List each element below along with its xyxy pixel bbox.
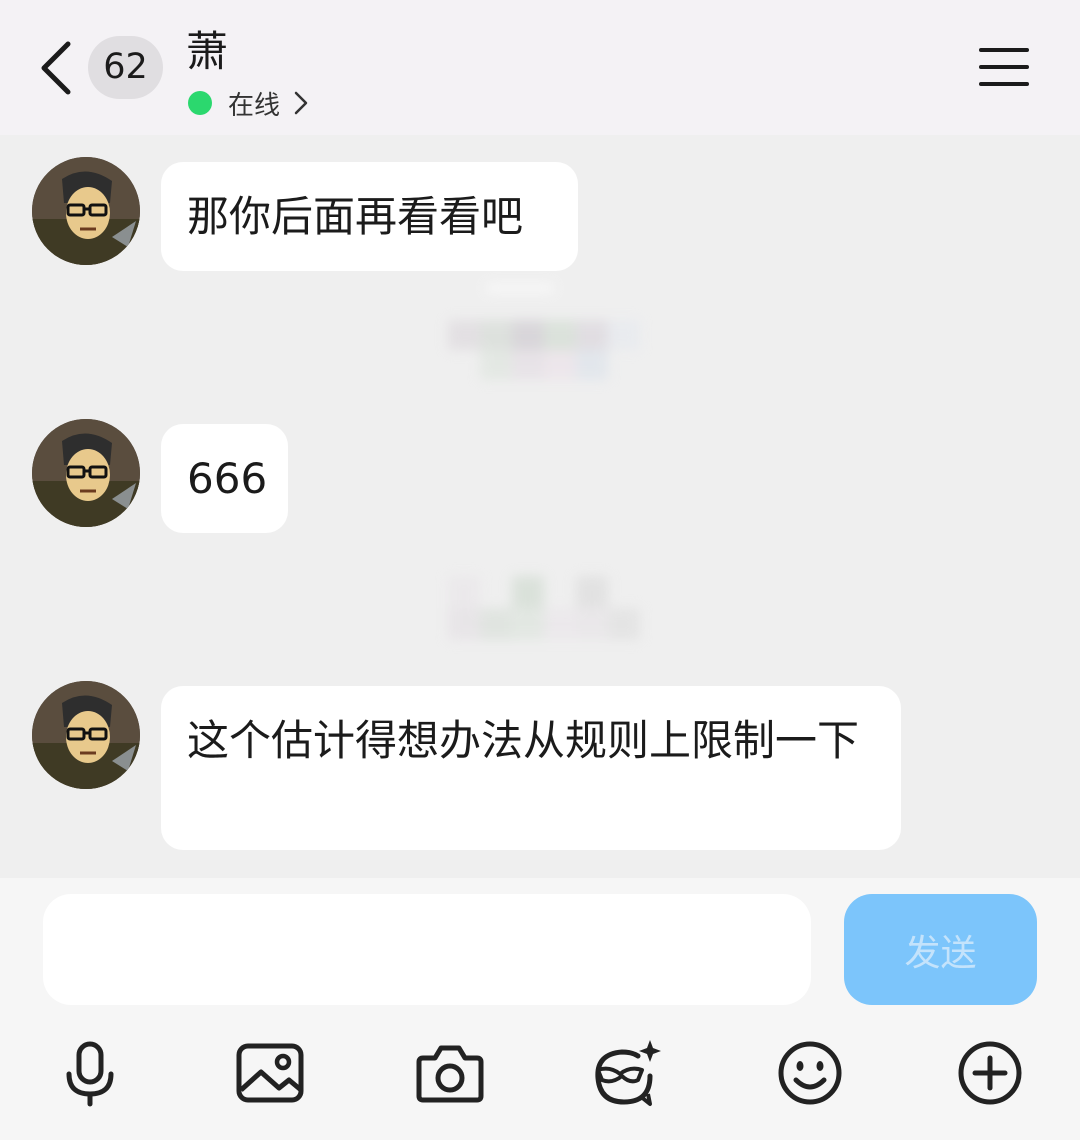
back-arrow-icon[interactable]: [34, 38, 80, 98]
microphone-icon[interactable]: [55, 1038, 125, 1108]
blurred-timestamp: [448, 576, 640, 640]
composer-area: 发送: [0, 878, 1080, 1140]
contact-avatar[interactable]: [32, 157, 140, 265]
contact-avatar[interactable]: [32, 419, 140, 527]
camera-icon[interactable]: [415, 1038, 485, 1108]
send-button[interactable]: 发送: [844, 894, 1037, 1005]
contact-avatar[interactable]: [32, 681, 140, 789]
online-dot-icon: [188, 91, 212, 115]
message-bubble[interactable]: 那你后面再看看吧: [161, 162, 578, 271]
message-list[interactable]: 那你后面再看看吧 666 这个估计得想办法从规则上限制一下: [0, 135, 1080, 878]
sticker-icon[interactable]: [592, 1038, 662, 1108]
message-input[interactable]: [43, 894, 811, 1005]
chevron-right-icon: [294, 91, 308, 115]
status-text: 在线: [228, 90, 281, 121]
blurred-timestamp: [448, 320, 640, 380]
plus-icon[interactable]: [955, 1038, 1025, 1108]
message-bubble[interactable]: 666: [161, 424, 288, 533]
message-bubble[interactable]: 这个估计得想办法从规则上限制一下: [161, 686, 901, 850]
emoji-icon[interactable]: [775, 1038, 845, 1108]
avatar-image: [32, 157, 140, 265]
avatar-image: [32, 681, 140, 789]
avatar-image: [32, 419, 140, 527]
image-icon[interactable]: [235, 1038, 305, 1108]
menu-icon[interactable]: [978, 44, 1030, 90]
blurred-timestamp: [485, 283, 555, 293]
chat-header: 62 萧 在线: [0, 0, 1080, 135]
unread-count-badge[interactable]: 62: [88, 36, 163, 99]
online-status[interactable]: 在线: [188, 84, 308, 122]
contact-name[interactable]: 萧: [186, 24, 228, 80]
